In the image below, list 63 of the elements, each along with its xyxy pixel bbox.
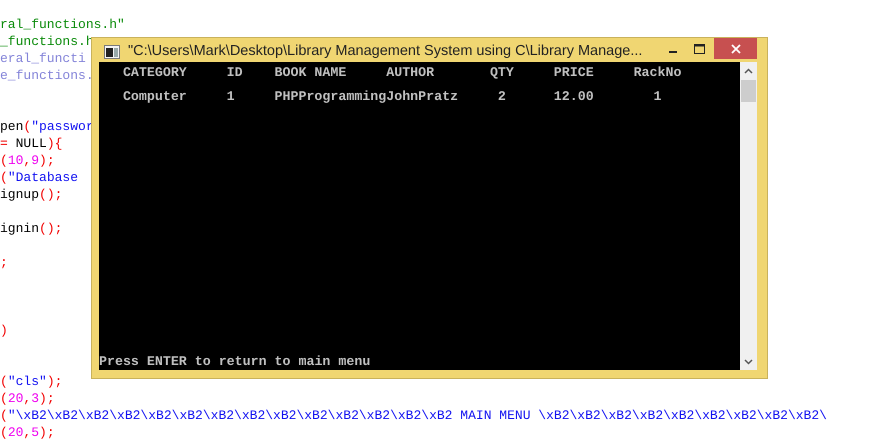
minimize-icon <box>668 50 676 52</box>
code-token: ) <box>0 323 8 338</box>
table-cell-text: 1 <box>652 91 662 103</box>
code-token: _functions.h <box>0 34 94 49</box>
console-icon <box>104 45 120 59</box>
code-token: "cls" <box>8 374 47 389</box>
code-token: (); <box>39 221 62 236</box>
code-token: ( <box>0 408 8 423</box>
table-cell-text: Computer <box>122 91 188 103</box>
table-cell-text: 1 <box>226 91 236 103</box>
table-cell: PHPProgramming <box>274 91 386 103</box>
code-token: ){ <box>46 136 62 151</box>
table-cell-text: JohnPratz <box>386 91 460 103</box>
maximize-icon <box>694 44 705 54</box>
code-token: ( <box>0 425 8 440</box>
code-token: "\xB2\xB2\xB2\xB2\xB2\xB2\xB2\xB2\xB2\xB2\xB2\xB2\xB2\xB2 MAIN MENU \xB2\xB2\xB2\xB2\xB2\xB2\xB2\xB2\xB2\ <box>8 408 827 423</box>
code-token: e_functions. <box>0 68 94 83</box>
scrollbar[interactable] <box>740 62 757 370</box>
code-token: , <box>23 425 32 440</box>
scroll-up-icon[interactable] <box>744 68 753 74</box>
column-header: BOOK NAME <box>274 67 348 79</box>
code-token: ); <box>46 374 62 389</box>
code-token: ); <box>39 391 55 406</box>
code-token: "passwor <box>31 119 94 134</box>
code-token: 9 <box>31 153 40 168</box>
code-token: ( <box>23 119 32 134</box>
code-token: ral_functions.h" <box>0 17 125 32</box>
code-token: ); <box>39 425 55 440</box>
column-header: CATEGORY <box>122 67 188 79</box>
code-token: ( <box>0 374 8 389</box>
code-token: 20 <box>8 391 24 406</box>
column-header: RackNo <box>634 67 682 79</box>
code-token: pen <box>0 119 24 134</box>
table-cell-text: 12.00 <box>554 91 595 103</box>
code-token: 10 <box>8 153 24 168</box>
code-token: 5 <box>31 425 40 440</box>
window-title: "C:\Users\Mark\Desktop\Library Management System using C\Library Manage... <box>128 43 644 59</box>
code-token: , <box>23 391 32 406</box>
code-token: 20 <box>8 425 24 440</box>
column-header: PRICE <box>554 67 595 79</box>
column-header: ID <box>226 67 244 79</box>
code-token: NULL <box>14 136 47 151</box>
code-token: ( <box>0 153 8 168</box>
code-token: (); <box>39 187 62 202</box>
scroll-down-icon[interactable] <box>744 359 753 365</box>
code-token: ); <box>39 153 55 168</box>
code-token: 3 <box>31 391 40 406</box>
code-token: ignin <box>0 221 40 236</box>
close-icon <box>730 44 740 54</box>
code-token: "Database <box>8 170 78 185</box>
code-token: ( <box>0 391 8 406</box>
scrollbar-thumb[interactable] <box>741 80 756 102</box>
column-header: AUTHOR <box>386 67 436 79</box>
code-token: ( <box>0 170 8 185</box>
column-header: QTY <box>490 67 514 79</box>
code-token: ; <box>0 255 8 270</box>
console-prompt: Press ENTER to return to main menu <box>99 356 370 370</box>
code-token: ignup <box>0 187 40 202</box>
close-button[interactable] <box>714 38 757 59</box>
code-token: = <box>0 136 8 151</box>
code-token: , <box>23 153 32 168</box>
table-cell-text: 2 <box>496 91 507 103</box>
code-token: eral_functi <box>0 51 86 66</box>
